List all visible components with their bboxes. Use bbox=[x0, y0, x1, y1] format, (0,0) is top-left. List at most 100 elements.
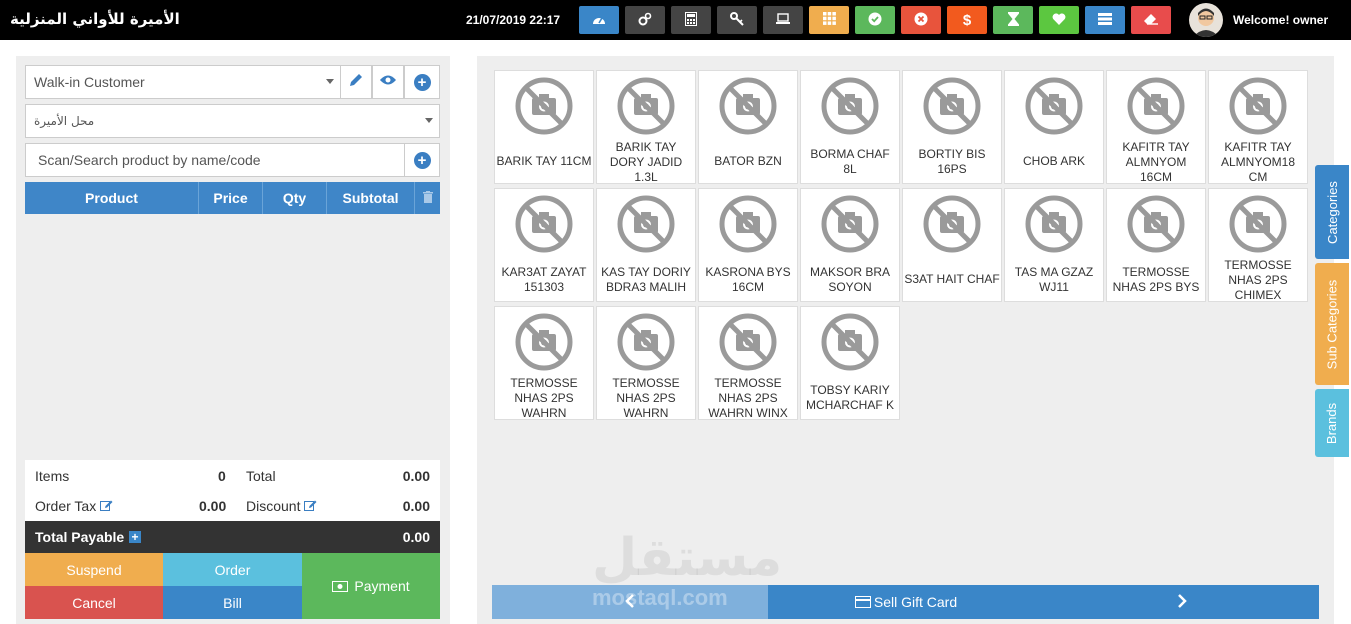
product-tile[interactable]: TERMOSSE NHAS 2PS WAHRN bbox=[494, 306, 594, 420]
settings-icon bbox=[638, 12, 652, 29]
payment-button[interactable]: Payment bbox=[302, 553, 440, 619]
grid-button[interactable] bbox=[809, 6, 849, 34]
order-button[interactable]: Order bbox=[163, 553, 302, 586]
product-name: BARIK TAY 11CM bbox=[496, 154, 592, 168]
no-image-icon bbox=[719, 189, 777, 258]
product-tile[interactable]: TERMOSSE NHAS 2PS CHIMEX bbox=[1208, 188, 1308, 302]
eraser-button[interactable] bbox=[1131, 6, 1171, 34]
no-image-icon bbox=[515, 307, 573, 376]
total-payable-row: Total Payable + 0.00 bbox=[25, 521, 440, 553]
watermark-latin: mostaql.com bbox=[592, 585, 728, 610]
shop-name: الأميرة للأواني المنزلية bbox=[10, 10, 180, 28]
product-tile[interactable]: BATOR BZN bbox=[698, 70, 798, 184]
total-payable-label: Total Payable bbox=[35, 529, 125, 545]
product-tile[interactable]: KAFITR TAY ALMNYOM18 CM bbox=[1208, 70, 1308, 184]
credit-card-icon bbox=[854, 596, 871, 608]
product-tile[interactable]: MAKSOR BRA SOYON bbox=[800, 188, 900, 302]
customer-select[interactable]: Walk-in Customer bbox=[25, 65, 341, 99]
no-image-icon bbox=[617, 71, 675, 140]
product-tile[interactable]: BORMA CHAF 8L bbox=[800, 70, 900, 184]
eye-icon bbox=[379, 73, 397, 91]
product-tile[interactable]: BORTIY BIS 16PS bbox=[902, 70, 1002, 184]
tab-subcategories[interactable]: Sub Categories bbox=[1315, 263, 1349, 385]
no-image-icon bbox=[719, 307, 777, 376]
no-image-icon bbox=[821, 307, 879, 376]
no-image-icon bbox=[923, 71, 981, 140]
key-button[interactable] bbox=[717, 6, 757, 34]
check-button[interactable] bbox=[855, 6, 895, 34]
no-image-icon bbox=[1127, 71, 1185, 140]
product-name: CHOB ARK bbox=[1022, 154, 1085, 168]
product-search-input[interactable]: Scan/Search product by name/code bbox=[25, 143, 405, 177]
view-customer-button[interactable] bbox=[372, 65, 404, 99]
product-name: TAS MA GZAZ WJ11 bbox=[1014, 264, 1094, 294]
product-tile[interactable]: TERMOSSE NHAS 2PS BYS bbox=[1106, 188, 1206, 302]
no-image-icon bbox=[515, 189, 573, 258]
list-button[interactable] bbox=[1085, 6, 1125, 34]
product-tile[interactable]: KASRONA BYS 16CM bbox=[698, 188, 798, 302]
calculator-icon bbox=[685, 11, 697, 29]
warehouse-select[interactable]: محل الأميرة bbox=[25, 104, 440, 138]
tab-brands[interactable]: Brands bbox=[1315, 389, 1349, 457]
no-image-icon bbox=[1127, 189, 1185, 258]
tab-categories[interactable]: Categories bbox=[1315, 165, 1349, 259]
product-tile[interactable]: TERMOSSE NHAS 2PS WAHRN WINX bbox=[698, 306, 798, 420]
tab-brands-label: Brands bbox=[1324, 402, 1340, 444]
welcome-user[interactable]: Welcome! owner bbox=[1233, 13, 1328, 27]
edit-tax-icon[interactable] bbox=[100, 499, 113, 515]
settings-button[interactable] bbox=[625, 6, 665, 34]
product-tile[interactable]: S3AT HAIT CHAF bbox=[902, 188, 1002, 302]
no-image-icon bbox=[617, 189, 675, 258]
list-icon bbox=[1098, 12, 1112, 28]
hourglass-button[interactable] bbox=[993, 6, 1033, 34]
product-name: TERMOSSE NHAS 2PS CHIMEX bbox=[1224, 258, 1292, 302]
chevron-down-icon bbox=[326, 79, 334, 84]
plus-circle-icon: + bbox=[413, 73, 431, 91]
avatar[interactable] bbox=[1189, 3, 1223, 37]
product-name: BORMA CHAF 8L bbox=[810, 146, 890, 176]
dashboard-icon bbox=[591, 13, 607, 28]
edit-discount-icon[interactable] bbox=[304, 499, 317, 515]
edit-customer-button[interactable] bbox=[340, 65, 372, 99]
laptop-button[interactable] bbox=[763, 6, 803, 34]
product-tile[interactable]: CHOB ARK bbox=[1004, 70, 1104, 184]
tab-subcategories-label: Sub Categories bbox=[1324, 279, 1340, 369]
next-page-button[interactable] bbox=[1044, 585, 1319, 619]
product-name: TERMOSSE NHAS 2PS WAHRN WINX bbox=[708, 376, 788, 420]
product-tile[interactable]: KAFITR TAY ALMNYOM 16CM bbox=[1106, 70, 1206, 184]
tab-categories-label: Categories bbox=[1324, 180, 1340, 244]
add-customer-button[interactable]: + bbox=[404, 65, 440, 99]
order-tax-label: Order Tax bbox=[35, 498, 113, 515]
order-tax-label-text: Order Tax bbox=[35, 498, 97, 514]
bill-button[interactable]: Bill bbox=[163, 586, 302, 619]
calculator-button[interactable] bbox=[671, 6, 711, 34]
close-register-button[interactable] bbox=[901, 6, 941, 34]
order-totals: Items 0 Total 0.00 Order Tax 0.00 Discou… bbox=[25, 460, 440, 521]
product-tile[interactable]: BARIK TAY 11CM bbox=[494, 70, 594, 184]
suspend-button[interactable]: Suspend bbox=[25, 553, 163, 586]
column-subtotal: Subtotal bbox=[327, 182, 415, 214]
heart-button[interactable] bbox=[1039, 6, 1079, 34]
product-tile[interactable]: TAS MA GZAZ WJ11 bbox=[1004, 188, 1104, 302]
add-product-button[interactable]: + bbox=[404, 143, 440, 177]
delete-all-button[interactable] bbox=[415, 182, 440, 214]
top-navbar: الأميرة للأواني المنزلية 21/07/2019 22:1… bbox=[0, 0, 1351, 40]
product-tile[interactable]: TERMOSSE NHAS 2PS WAHRN bbox=[596, 306, 696, 420]
product-tile[interactable]: BARIK TAY DORY JADID 1.3L bbox=[596, 70, 696, 184]
product-name: KAFITR TAY ALMNYOM18 CM bbox=[1220, 140, 1296, 184]
dollar-button[interactable]: $ bbox=[947, 6, 987, 34]
discount-label: Discount bbox=[246, 498, 317, 515]
product-tile[interactable]: TOBSY KARIY MCHARCHAF K bbox=[800, 306, 900, 420]
cancel-button[interactable]: Cancel bbox=[25, 586, 163, 619]
watermark: مستقل bbox=[592, 528, 783, 588]
dashboard-button[interactable] bbox=[579, 6, 619, 34]
total-label: Total bbox=[246, 468, 276, 484]
product-name: TERMOSSE NHAS 2PS BYS bbox=[1112, 264, 1200, 294]
chevron-down-icon bbox=[425, 118, 433, 123]
product-name: BATOR BZN bbox=[714, 154, 782, 168]
sell-gift-card-button[interactable]: Sell Gift Card bbox=[768, 585, 1044, 619]
plus-square-icon[interactable]: + bbox=[129, 531, 141, 543]
eraser-icon bbox=[1143, 13, 1159, 28]
product-tile[interactable]: KAR3AT ZAYAT 151303 bbox=[494, 188, 594, 302]
product-tile[interactable]: KAS TAY DORIY BDRA3 MALIH bbox=[596, 188, 696, 302]
